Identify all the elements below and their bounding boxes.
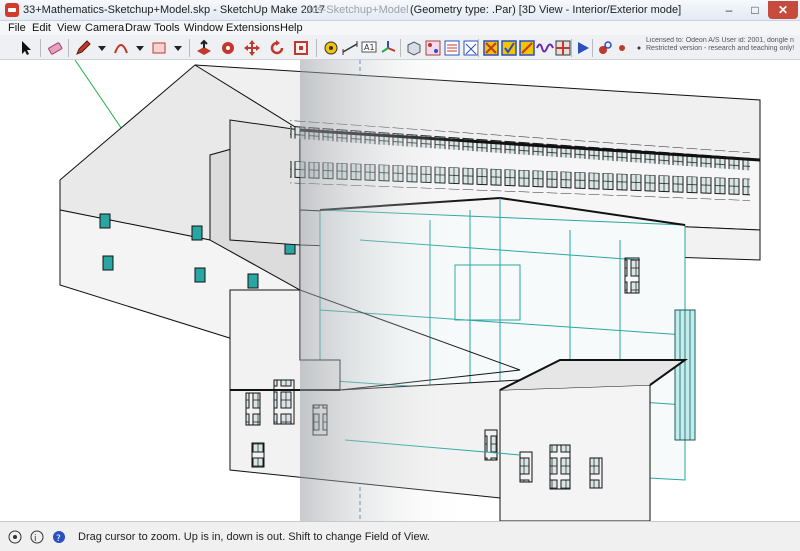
close-button[interactable]: ✕ xyxy=(768,1,798,19)
menu-window[interactable]: Window xyxy=(184,22,223,34)
credits-icon[interactable]: i xyxy=(30,530,44,544)
menu-draw[interactable]: Draw xyxy=(125,22,151,34)
building-model[interactable] xyxy=(0,60,800,521)
select-icon[interactable] xyxy=(18,39,36,57)
menu-extensions[interactable]: Extensions xyxy=(226,22,280,34)
dropdown-arrow-icon[interactable] xyxy=(131,39,149,57)
odeon-export-icon[interactable] xyxy=(518,39,536,57)
menu-view[interactable]: View xyxy=(57,22,81,34)
menu-camera[interactable]: Camera xyxy=(85,22,124,34)
svg-text:A1: A1 xyxy=(364,43,375,52)
svg-text:i: i xyxy=(34,534,37,544)
toolbar-separator xyxy=(189,39,190,57)
toolbar-separator xyxy=(571,39,572,57)
license-line: Licensed to: Odeon A/S User id: 2001, do… xyxy=(646,37,794,44)
layers-icon[interactable] xyxy=(443,39,461,57)
window-title: 33+Mathematics-Sketchup+Model.skp - Sket… xyxy=(23,4,326,16)
geo-location-icon[interactable] xyxy=(8,530,22,544)
toolbar-separator xyxy=(316,39,317,57)
move-icon[interactable] xyxy=(243,39,261,57)
menu-file[interactable]: File xyxy=(8,22,26,34)
menu-edit[interactable]: Edit xyxy=(32,22,51,34)
sketchup-logo-icon xyxy=(5,3,19,17)
minimize-button[interactable]: – xyxy=(716,1,742,19)
source-icon[interactable] xyxy=(596,39,614,57)
toolbar-separator xyxy=(478,39,479,57)
license-line: Restricted version - research and teachi… xyxy=(646,45,795,52)
menu-help[interactable]: Help xyxy=(280,22,303,34)
maximize-button[interactable]: □ xyxy=(742,1,768,19)
title-bar: 33+Mathematics-Sketchup+Model.skp - Sket… xyxy=(0,0,800,21)
odeon-check-icon[interactable] xyxy=(500,39,518,57)
section-fade-overlay xyxy=(300,60,470,521)
eraser-icon[interactable] xyxy=(46,39,64,57)
shape-icon[interactable] xyxy=(150,39,168,57)
toolbar-separator xyxy=(400,39,401,57)
tape-measure-icon[interactable] xyxy=(322,39,340,57)
component-icon[interactable] xyxy=(405,39,423,57)
dropdown-arrow-icon[interactable] xyxy=(93,39,111,57)
menu-tools[interactable]: Tools xyxy=(154,22,180,34)
rotate-icon[interactable] xyxy=(268,39,286,57)
svg-text:?: ? xyxy=(56,534,61,544)
push-pull-icon[interactable] xyxy=(195,39,213,57)
materials-icon[interactable] xyxy=(424,39,442,57)
arc-icon[interactable] xyxy=(112,39,130,57)
geometry-info: (Geometry type: .Par) [3D View - Interio… xyxy=(410,4,682,16)
scale-icon[interactable] xyxy=(292,39,310,57)
toolbar-separator xyxy=(40,39,41,57)
model-viewport[interactable] xyxy=(0,60,800,521)
waveform-icon[interactable] xyxy=(536,39,554,57)
status-bar: i ? Drag cursor to zoom. Up is in, down … xyxy=(0,521,800,551)
menu-bar: File Edit View Camera Draw Tools Window … xyxy=(0,21,800,35)
dropdown-arrow-icon[interactable] xyxy=(169,39,187,57)
receiver-icon[interactable] xyxy=(613,39,631,57)
help-icon[interactable]: ? xyxy=(52,530,66,544)
odeon-tools-icon[interactable] xyxy=(482,39,500,57)
text-icon[interactable]: A1 xyxy=(360,39,378,57)
pencil-icon[interactable] xyxy=(74,39,92,57)
odeon-grid-icon[interactable] xyxy=(554,39,572,57)
window-title-ghost: ...ics-Sketchup+Model xyxy=(300,4,409,16)
toolbar-separator xyxy=(68,39,69,57)
follow-me-icon[interactable] xyxy=(219,39,237,57)
axes-icon[interactable] xyxy=(379,39,397,57)
toolbar-separator xyxy=(592,39,593,57)
dimension-icon[interactable] xyxy=(341,39,359,57)
license-notice: Licensed to: Odeon A/S User id: 2001, do… xyxy=(646,37,800,53)
play-icon[interactable] xyxy=(574,39,592,57)
status-message: Drag cursor to zoom. Up is in, down is o… xyxy=(78,531,430,543)
